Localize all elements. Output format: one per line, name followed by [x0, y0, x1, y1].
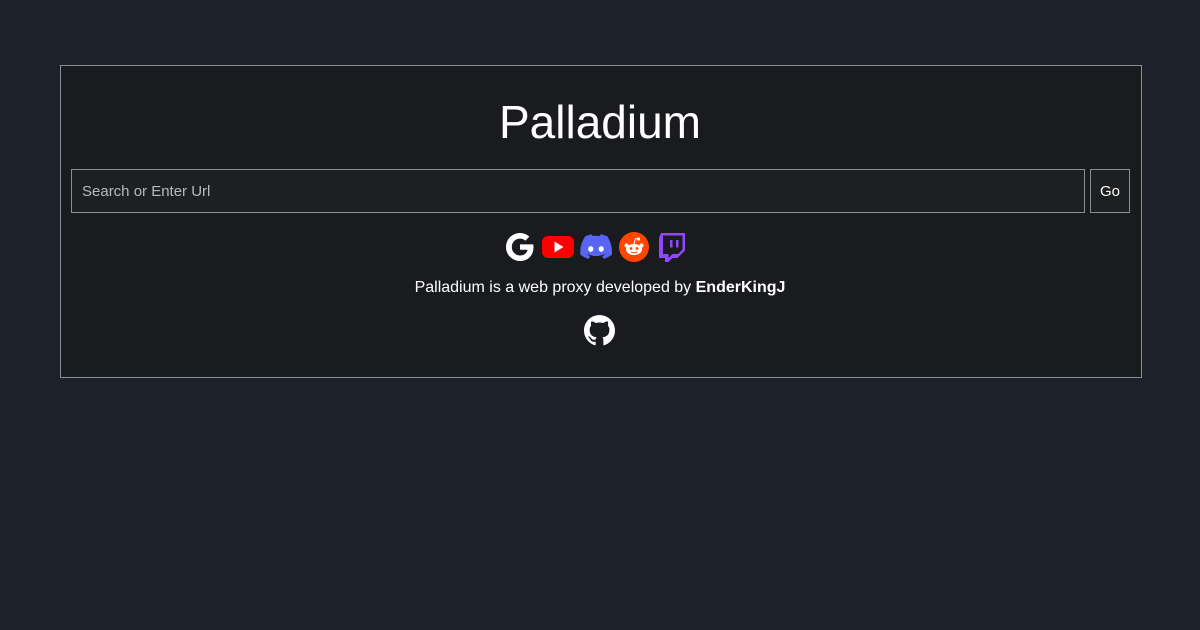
twitch-icon[interactable]	[655, 230, 689, 264]
author-name: EnderKingJ	[695, 279, 786, 296]
youtube-icon[interactable]	[541, 230, 575, 264]
credit-text: Palladium is a web proxy developed by En…	[0, 278, 1200, 298]
reddit-icon[interactable]	[617, 230, 651, 264]
go-button[interactable]: Go	[1090, 169, 1130, 213]
shortcut-bar	[503, 230, 689, 264]
github-icon[interactable]	[584, 315, 615, 346]
google-icon[interactable]	[503, 230, 537, 264]
search-input[interactable]	[71, 169, 1085, 213]
page-title: Palladium	[499, 96, 701, 148]
credit-prefix: Palladium is a web proxy developed by	[414, 279, 696, 296]
discord-icon[interactable]	[579, 230, 613, 264]
